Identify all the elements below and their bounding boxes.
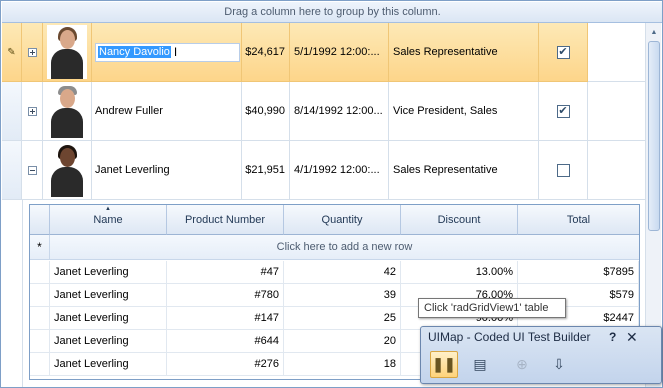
column-header-total[interactable]: Total (518, 205, 639, 235)
row-indicator: ✎ (2, 23, 22, 82)
title-cell[interactable]: Vice President, Sales (389, 82, 539, 141)
checkbox-cell[interactable] (539, 141, 588, 200)
column-header-product-number[interactable]: Product Number (167, 205, 284, 235)
expand-plus-icon[interactable] (27, 47, 37, 57)
quantity-cell[interactable]: 25 (284, 307, 401, 330)
column-header-quantity[interactable]: Quantity (284, 205, 401, 235)
child-grid-header: ▲ Name Product Number Quantity Discount … (30, 205, 639, 235)
product-number-cell[interactable]: #47 (167, 261, 284, 284)
salary-cell[interactable]: $24,617 (242, 23, 290, 82)
quantity-cell[interactable]: 20 (284, 330, 401, 353)
name-cell[interactable]: Nancy Davolio I (92, 23, 242, 82)
pause-button[interactable]: ❚❚ (430, 351, 458, 378)
product-number-cell[interactable]: #147 (167, 307, 284, 330)
close-icon[interactable]: ✕ (626, 329, 638, 346)
filler-cell (588, 141, 646, 200)
name-editor-input[interactable]: Nancy Davolio I (95, 42, 240, 62)
generate-code-icon: ⇩ (553, 356, 565, 372)
name-editor-text: Nancy Davolio (98, 46, 171, 58)
photo-cell[interactable] (43, 141, 92, 200)
discount-cell[interactable]: 13.00% (401, 261, 518, 284)
filler-cell (588, 23, 646, 82)
row-indicator (30, 353, 50, 376)
row-checkbox[interactable] (556, 163, 570, 177)
crosshair-icon: ⊕ (516, 356, 528, 372)
help-icon[interactable]: ? (609, 330, 616, 344)
pencil-icon: ✎ (7, 46, 16, 58)
add-new-row-text[interactable]: Click here to add a new row (50, 235, 639, 260)
quantity-cell[interactable]: 18 (284, 353, 401, 376)
check-icon: ✔ (558, 104, 568, 117)
row-indicator (30, 261, 50, 284)
group-panel[interactable]: Drag a column here to group by this colu… (2, 2, 662, 23)
product-number-cell[interactable]: #780 (167, 284, 284, 307)
photo-cell[interactable] (43, 82, 92, 141)
pause-icon: ❚❚ (432, 356, 456, 372)
show-recorded-steps-button[interactable]: ▤ (466, 351, 494, 378)
product-number-cell[interactable]: #644 (167, 330, 284, 353)
expander-cell[interactable] (22, 82, 43, 141)
name-cell[interactable]: Janet Leverling (92, 141, 242, 200)
filler-cell (588, 82, 646, 141)
expand-plus-icon[interactable] (27, 106, 37, 116)
ibeam-cursor-icon: I (173, 45, 178, 59)
column-header-label: Name (93, 213, 123, 226)
coded-ui-test-builder: UIMap - Coded UI Test Builder ? ✕ ❚❚ ▤ ⊕… (420, 326, 662, 384)
employee-photo (47, 84, 87, 138)
total-cell[interactable]: $7895 (518, 261, 639, 284)
generate-code-button[interactable]: ⇩ (545, 351, 573, 378)
row-indicator (30, 307, 50, 330)
collapse-minus-icon[interactable] (27, 165, 37, 175)
table-row[interactable]: Janet Leverling $21,951 4/1/1992 12:00:.… (2, 141, 646, 200)
column-header-discount[interactable]: Discount (401, 205, 518, 235)
name-cell[interactable]: Janet Leverling (50, 284, 167, 307)
table-row[interactable]: ✎ Nancy Davolio I $24,617 5/1/1992 12:00… (2, 23, 646, 82)
expander-cell[interactable] (22, 23, 43, 82)
salary-cell[interactable]: $40,990 (242, 82, 290, 141)
column-header-name[interactable]: ▲ Name (50, 205, 167, 235)
employee-photo (47, 143, 87, 197)
name-cell[interactable]: Janet Leverling (50, 353, 167, 376)
hire-date-cell[interactable]: 8/14/1992 12:00... (290, 82, 389, 141)
sort-ascending-icon: ▲ (105, 206, 111, 212)
scrollbar-thumb[interactable] (648, 41, 660, 231)
quantity-cell[interactable]: 39 (284, 284, 401, 307)
employee-photo (47, 25, 87, 79)
quantity-cell[interactable]: 42 (284, 261, 401, 284)
row-indicator (2, 141, 22, 200)
hire-date-cell[interactable]: 5/1/1992 12:00:... (290, 23, 389, 82)
name-cell[interactable]: Andrew Fuller (92, 82, 242, 141)
check-icon: ✔ (558, 45, 568, 58)
table-row[interactable]: Janet Leverling #47 42 13.00% $7895 (30, 261, 639, 284)
product-number-cell[interactable]: #276 (167, 353, 284, 376)
title-cell[interactable]: Sales Representative (389, 141, 539, 200)
name-cell[interactable]: Janet Leverling (50, 330, 167, 353)
title-cell[interactable]: Sales Representative (389, 23, 539, 82)
add-assertion-button[interactable]: ⊕ (508, 351, 536, 378)
recorded-steps-icon: ▤ (473, 356, 487, 372)
checkbox-cell[interactable]: ✔ (539, 23, 588, 82)
row-indicator (30, 330, 50, 353)
name-cell[interactable]: Janet Leverling (50, 307, 167, 330)
salary-cell[interactable]: $21,951 (242, 141, 290, 200)
scroll-up-icon[interactable]: ▲ (646, 25, 662, 41)
builder-title: UIMap - Coded UI Test Builder (428, 330, 591, 344)
header-indicator (30, 205, 50, 235)
photo-cell[interactable] (43, 23, 92, 82)
row-indicator (30, 284, 50, 307)
expander-cell[interactable] (22, 141, 43, 200)
row-indicator (2, 82, 22, 141)
row-checkbox[interactable]: ✔ (556, 45, 570, 59)
table-row[interactable]: Andrew Fuller $40,990 8/14/1992 12:00...… (2, 82, 646, 141)
hire-date-cell[interactable]: 4/1/1992 12:00:... (290, 141, 389, 200)
name-cell[interactable]: Janet Leverling (50, 261, 167, 284)
add-new-row[interactable]: * Click here to add a new row (30, 235, 639, 260)
new-row-indicator: * (30, 235, 50, 260)
tooltip: Click 'radGridView1' table (418, 298, 566, 318)
row-checkbox[interactable]: ✔ (556, 104, 570, 118)
checkbox-cell[interactable]: ✔ (539, 82, 588, 141)
